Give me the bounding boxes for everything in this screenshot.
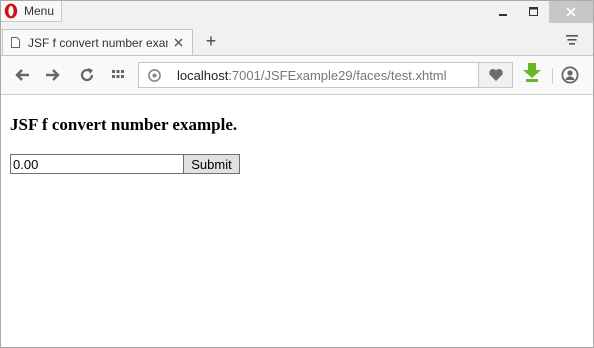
number-input[interactable]: [10, 154, 184, 174]
forward-button[interactable]: [44, 66, 62, 84]
tab-close-button[interactable]: [174, 35, 183, 50]
address-bar[interactable]: localhost:7001/JSFExample29/faces/test.x…: [138, 62, 479, 88]
page-heading: JSF f convert number example.: [10, 115, 238, 134]
window-controls: [489, 1, 593, 23]
arrow-left-icon: [15, 69, 29, 81]
browser-window: Menu JSF f convert number example. +: [0, 0, 594, 348]
page-content: JSF f convert number example. Submit: [1, 95, 593, 347]
toolbar-divider: [552, 68, 553, 84]
tab-active[interactable]: JSF f convert number example.: [2, 29, 193, 55]
menu-button[interactable]: Menu: [1, 1, 62, 22]
download-button[interactable]: [523, 63, 541, 82]
grid-icon: [112, 70, 124, 78]
download-icon: [523, 63, 541, 82]
tab-title: JSF f convert number example.: [28, 35, 168, 50]
opera-logo-icon: [4, 3, 18, 19]
reload-button[interactable]: [78, 66, 96, 84]
minimize-button[interactable]: [489, 1, 519, 23]
close-icon: [566, 7, 576, 17]
url-path: :7001/JSFExample29/faces/test.xhtml: [228, 67, 447, 83]
close-window-button[interactable]: [549, 1, 593, 23]
account-button[interactable]: [561, 66, 579, 84]
new-tab-button[interactable]: +: [203, 31, 219, 51]
maximize-icon: [529, 7, 538, 16]
heart-icon: [488, 69, 503, 81]
site-info-icon[interactable]: [148, 68, 161, 82]
minimize-icon: [499, 14, 507, 16]
back-button[interactable]: [13, 66, 31, 84]
reload-icon: [80, 68, 94, 82]
account-icon: [561, 66, 579, 84]
page-icon: [11, 37, 20, 48]
url-host: localhost: [177, 67, 229, 83]
close-icon: [174, 38, 183, 47]
speed-dial-button[interactable]: [109, 66, 127, 84]
bookmark-button[interactable]: [479, 62, 513, 88]
navigation-toolbar: localhost:7001/JSFExample29/faces/test.x…: [1, 56, 593, 95]
menu-label: Menu: [24, 4, 55, 18]
arrow-right-icon: [46, 69, 60, 81]
title-bar: Menu: [1, 1, 593, 25]
tab-menu-icon[interactable]: [565, 33, 579, 47]
tab-strip: JSF f convert number example. +: [1, 25, 593, 56]
submit-button[interactable]: Submit: [183, 154, 240, 174]
maximize-button[interactable]: [519, 1, 549, 23]
